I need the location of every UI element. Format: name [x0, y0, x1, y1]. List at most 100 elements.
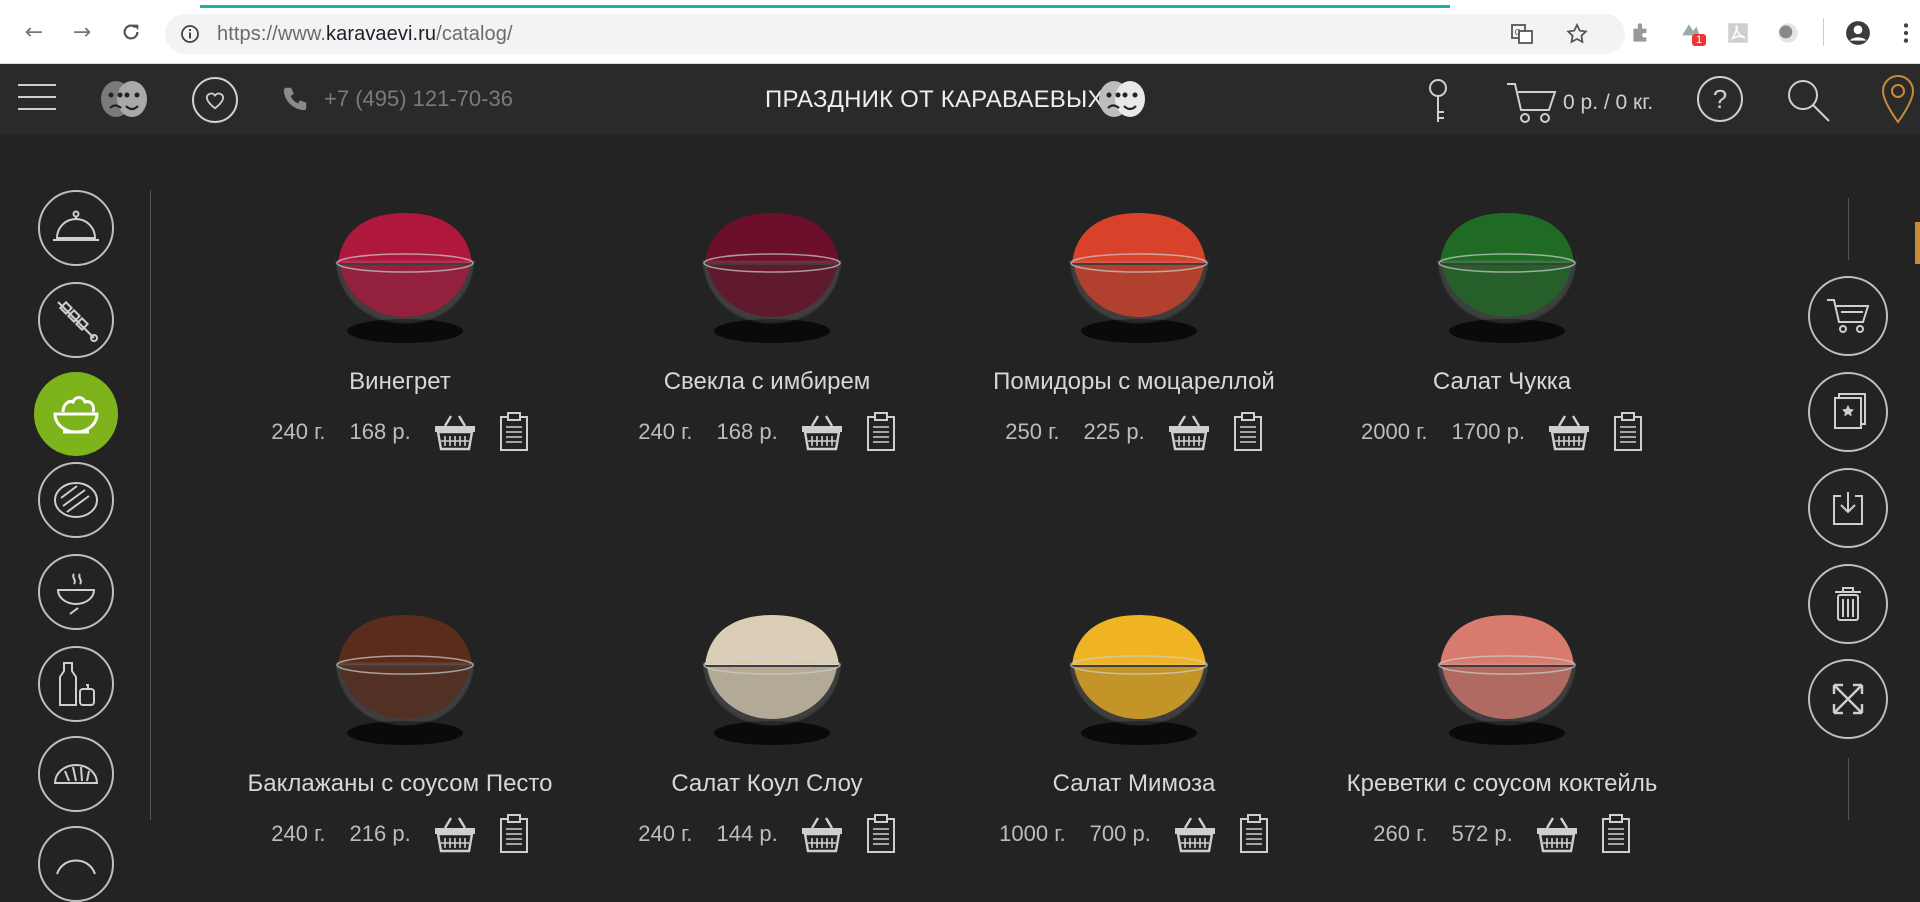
search-icon[interactable] [1784, 76, 1832, 124]
product-details-icon[interactable] [866, 814, 896, 854]
product-image[interactable] [697, 607, 847, 747]
product-name[interactable]: Салат Мимоза [964, 770, 1304, 798]
side-tab-handle[interactable] [1915, 222, 1920, 264]
product-meta: 250 г. 225 р. [964, 412, 1304, 452]
toolbar-divider [1823, 18, 1824, 46]
product-image[interactable] [697, 205, 847, 345]
key-login-icon[interactable] [1424, 78, 1452, 124]
phone-number: +7 (495) 121-70-36 [324, 86, 513, 111]
product-details-icon[interactable] [1601, 814, 1631, 854]
category-shashlik[interactable] [38, 282, 114, 358]
page-load-progress [200, 5, 1450, 8]
product-name[interactable]: Помидоры с моцареллой [964, 368, 1304, 396]
browser-menu-icon[interactable] [1893, 20, 1919, 46]
product-price: 168 р. [349, 419, 411, 444]
product-details-icon[interactable] [1239, 814, 1269, 854]
product-name[interactable]: Салат Коул Слоу [597, 770, 937, 798]
site-info-icon[interactable] [180, 24, 200, 44]
category-grill[interactable] [38, 462, 114, 538]
product-details-icon[interactable] [499, 412, 529, 452]
product-details-icon[interactable] [866, 412, 896, 452]
fullscreen-button[interactable] [1808, 659, 1888, 739]
product-weight: 2000 г. [1361, 419, 1428, 444]
address-bar[interactable]: https://www.karavaevi.ru/catalog/ G [165, 14, 1625, 54]
product-details-icon[interactable] [1613, 412, 1643, 452]
translate-icon[interactable]: G [1510, 22, 1534, 46]
add-to-basket-icon[interactable] [433, 814, 477, 854]
theater-masks-logo-icon[interactable] [96, 75, 152, 123]
product-meta: 2000 г. 1700 р. [1332, 412, 1672, 452]
add-to-basket-icon[interactable] [800, 814, 844, 854]
product-image[interactable] [330, 205, 480, 345]
product-price: 216 р. [349, 821, 411, 846]
phone-icon [283, 87, 307, 111]
help-icon[interactable]: ? [1697, 76, 1743, 122]
cart-button[interactable] [1808, 276, 1888, 356]
category-soups[interactable] [38, 554, 114, 630]
category-salads[interactable] [34, 372, 118, 456]
product-weight: 1000 г. [999, 821, 1066, 846]
menu-book-button[interactable] [1808, 372, 1888, 452]
product-name[interactable]: Свекла с имбирем [597, 368, 937, 396]
product-meta: 240 г. 216 р. [230, 814, 570, 854]
pastry-icon [56, 859, 96, 875]
add-to-basket-icon[interactable] [433, 412, 477, 452]
skewer-icon [57, 300, 98, 342]
cart-summary: 0 р. / 0 кг. [1563, 91, 1654, 114]
pdf-extension-icon[interactable] [1725, 20, 1751, 46]
product-name[interactable]: Баклажаны с соусом Песто [230, 770, 570, 798]
salad-bowl-icon [53, 396, 99, 434]
add-to-basket-icon[interactable] [1535, 814, 1579, 854]
product-weight: 260 г. [1373, 821, 1428, 846]
add-to-basket-icon[interactable] [1547, 412, 1591, 452]
add-to-basket-icon[interactable] [1173, 814, 1217, 854]
download-button[interactable] [1808, 468, 1888, 548]
category-hot-dishes[interactable] [38, 190, 114, 266]
notification-extension[interactable]: 1 [1678, 18, 1710, 50]
product-meta: 1000 г. 700 р. [964, 814, 1304, 854]
favorites-heart-icon[interactable] [192, 77, 238, 123]
trash-icon [1835, 587, 1861, 621]
back-icon[interactable]: ← [20, 18, 48, 46]
category-pastry[interactable] [38, 826, 114, 902]
product-image[interactable] [1064, 205, 1214, 345]
dark-reader-icon[interactable] [1775, 20, 1801, 46]
puzzle-extension-icon[interactable] [1628, 20, 1654, 46]
product-price: 144 р. [716, 821, 778, 846]
product-details-icon[interactable] [499, 814, 529, 854]
profile-avatar-icon[interactable] [1845, 20, 1871, 46]
header-cart[interactable]: 0 р. / 0 кг. [1505, 80, 1653, 126]
product-meta: 260 г. 572 р. [1332, 814, 1672, 854]
location-pin-icon[interactable] [1880, 74, 1916, 124]
category-bakery[interactable] [38, 736, 114, 812]
product-image[interactable] [330, 607, 480, 747]
theater-masks-title-icon [1099, 81, 1145, 117]
add-to-basket-icon[interactable] [800, 412, 844, 452]
forward-icon[interactable]: → [68, 18, 96, 46]
soup-bowl-icon [56, 573, 96, 615]
product-name[interactable]: Винегрет [230, 368, 570, 396]
product-image[interactable] [1432, 205, 1582, 345]
extension-badge: 1 [1692, 34, 1707, 46]
product-name[interactable]: Салат Чукка [1332, 368, 1672, 396]
product-name[interactable]: Креветки с соусом коктейль [1332, 770, 1672, 798]
reload-icon[interactable] [117, 18, 145, 46]
bottles-icon [59, 662, 95, 706]
menu-icon[interactable] [18, 84, 56, 120]
bookmark-star-icon[interactable] [1565, 22, 1589, 46]
category-drinks[interactable] [38, 646, 114, 722]
product-weight: 240 г. [271, 821, 326, 846]
clear-button[interactable] [1808, 564, 1888, 644]
product-details-icon[interactable] [1233, 412, 1263, 452]
product-meta: 240 г. 168 р. [597, 412, 937, 452]
phone-link[interactable]: +7 (495) 121-70-36 [280, 84, 513, 114]
add-to-basket-icon[interactable] [1167, 412, 1211, 452]
product-image[interactable] [1432, 607, 1582, 747]
product-price: 700 р. [1089, 821, 1151, 846]
bread-icon [53, 764, 99, 784]
site-title[interactable]: ПРАЗДНИК ОТ КАРАВАЕВЫХ [765, 86, 1104, 114]
product-price: 225 р. [1083, 419, 1145, 444]
product-image[interactable] [1064, 607, 1214, 747]
url-text[interactable]: https://www.karavaevi.ru/catalog/ [217, 23, 513, 46]
fullscreen-icon [1832, 683, 1864, 715]
